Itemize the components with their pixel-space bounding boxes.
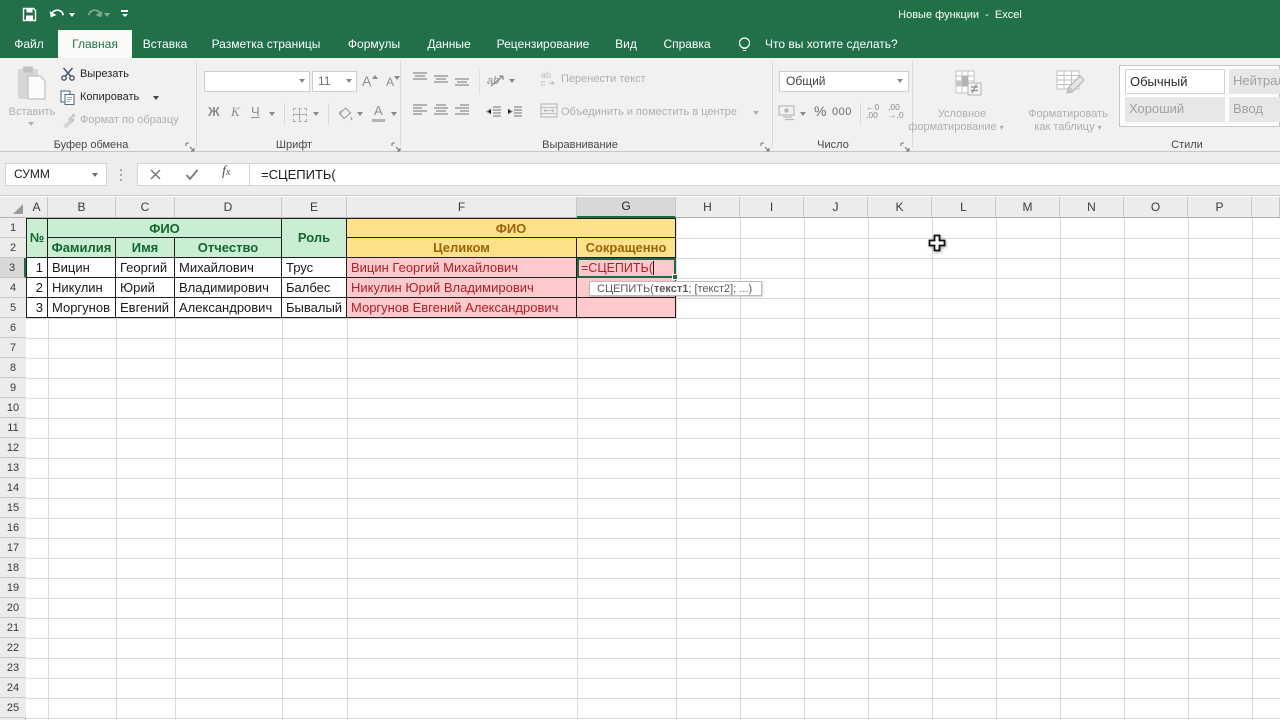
svg-text:c: c bbox=[541, 78, 546, 87]
